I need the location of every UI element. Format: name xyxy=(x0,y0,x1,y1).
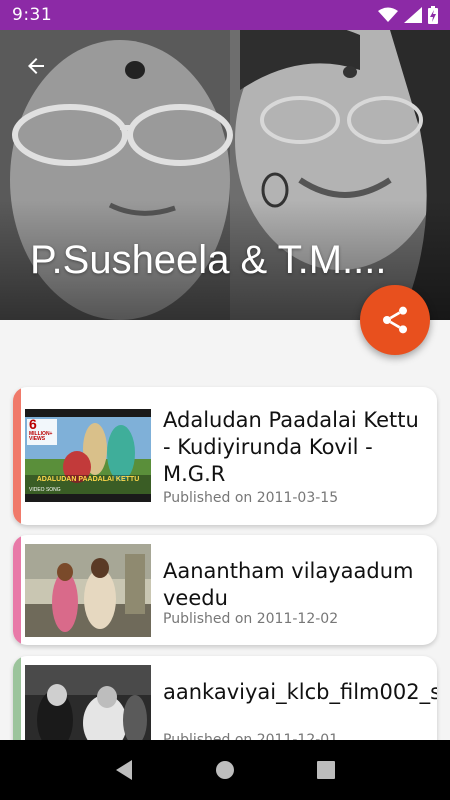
video-thumbnail: 6 MILLION+ VIEWS ADALUDAN PAADALAI KETTU… xyxy=(25,409,151,502)
screen: 9:31 P.Susheela & T.M.... 6 MILLION+ VIE… xyxy=(0,0,450,800)
video-title: Aanantham vilayaadum veedu xyxy=(163,559,414,610)
video-published-date: Published on 2011-03-15 xyxy=(163,490,339,506)
video-card[interactable]: Aanantham vilayaadum veedu Published on … xyxy=(13,535,437,645)
artist-header: P.Susheela & T.M.... xyxy=(0,30,450,320)
thumbnail-tag: VIDEO SONG xyxy=(29,487,61,493)
back-button[interactable] xyxy=(18,48,54,84)
video-published-date: Published on 2011-12-02 xyxy=(163,611,339,627)
video-thumbnail xyxy=(25,544,151,637)
thumbnail-image xyxy=(25,544,151,637)
page-title: P.Susheela & T.M.... xyxy=(30,238,387,282)
status-bar: 9:31 xyxy=(0,0,450,30)
nav-home-icon[interactable] xyxy=(214,759,236,781)
video-list[interactable]: 6 MILLION+ VIEWS ADALUDAN PAADALAI KETTU… xyxy=(0,320,450,740)
signal-icon xyxy=(404,7,422,23)
thumbnail-views-label: MILLION+ VIEWS xyxy=(29,431,53,442)
video-title: aankaviyai_klcb_film002_song_04_Vanambad… xyxy=(163,680,437,704)
card-accent-stripe xyxy=(13,656,21,740)
video-card[interactable]: aankaviyai_klcb_film002_song_04_Vanambad… xyxy=(13,656,437,740)
arrow-back-icon xyxy=(28,58,44,74)
wifi-icon xyxy=(378,7,398,22)
battery-icon xyxy=(428,6,438,24)
card-accent-stripe xyxy=(13,535,21,645)
status-icons xyxy=(378,6,438,24)
nav-back-icon[interactable] xyxy=(114,759,134,781)
card-accent-stripe xyxy=(13,387,21,525)
thumbnail-caption: ADALUDAN PAADALAI KETTU xyxy=(36,476,140,483)
video-title: Adaludan Paadalai Kettu - Kudiyirunda Ko… xyxy=(163,408,419,486)
thumbnail-views-number: 6 xyxy=(29,416,37,432)
thumbnail-image xyxy=(25,665,151,740)
share-button[interactable] xyxy=(360,285,430,355)
video-card[interactable]: 6 MILLION+ VIEWS ADALUDAN PAADALAI KETTU… xyxy=(13,387,437,525)
video-thumbnail xyxy=(25,665,151,740)
system-navigation-bar xyxy=(0,740,450,800)
status-time: 9:31 xyxy=(12,5,53,25)
video-published-date: Published on 2011-12-01 xyxy=(163,732,339,740)
nav-recents-icon[interactable] xyxy=(316,760,336,780)
share-icon xyxy=(383,306,407,334)
